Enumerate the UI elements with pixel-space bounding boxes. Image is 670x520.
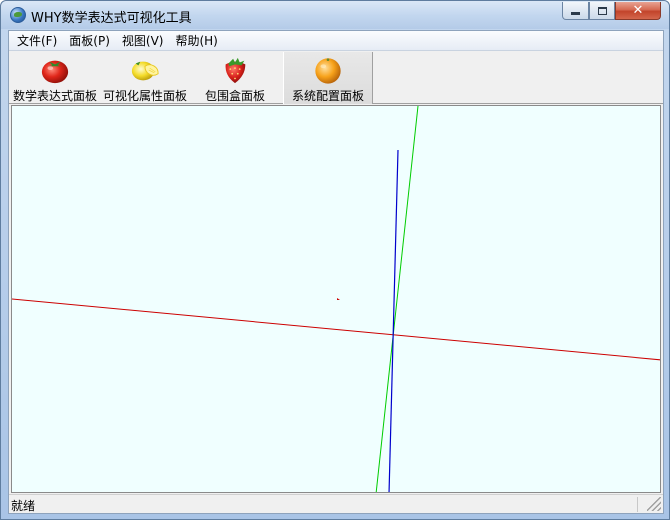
window-title: WHY数学表达式可视化工具 — [31, 11, 192, 26]
menu-file[interactable]: 文件(F) — [11, 32, 63, 50]
system-config-panel-button[interactable]: 系统配置面板 — [283, 52, 373, 104]
tomato-icon — [41, 60, 69, 84]
bbox-panel-label: 包围盒面板 — [204, 89, 265, 103]
red-marker — [337, 298, 340, 300]
visual-props-panel-button[interactable]: 可视化属性面板 — [101, 52, 189, 104]
minimize-button[interactable] — [562, 2, 589, 20]
lemon-icon — [131, 61, 159, 81]
status-text: 就绪 — [11, 499, 36, 513]
bbox-panel-button[interactable]: 包围盒面板 — [191, 52, 279, 104]
maximize-button[interactable] — [589, 2, 615, 20]
menu-bar: 文件(F) 面板(P) 视图(V) 帮助(H) — [9, 31, 663, 51]
app-window: WHY数学表达式可视化工具 ✕ 文件(F) 面板(P) 视图(V) 帮助(H) … — [0, 0, 670, 520]
toolbar: 数学表达式面板 可视化属性面板 包围盒面板 系统配置面板 — [9, 52, 663, 104]
visual-props-panel-label: 可视化属性面板 — [102, 89, 187, 103]
menu-view[interactable]: 视图(V) — [116, 32, 170, 50]
status-separator — [637, 497, 638, 512]
y-axis-line — [388, 149, 399, 492]
3d-viewport[interactable] — [11, 105, 661, 493]
close-icon: ✕ — [632, 3, 644, 18]
menu-help[interactable]: 帮助(H) — [169, 32, 223, 50]
client-area: 文件(F) 面板(P) 视图(V) 帮助(H) 数学表达式面板 可视化属性面板 … — [8, 30, 664, 514]
close-button[interactable]: ✕ — [615, 2, 661, 20]
expression-panel-button[interactable]: 数学表达式面板 — [11, 52, 99, 104]
z-axis-line — [375, 106, 419, 492]
minimize-icon — [571, 12, 580, 15]
status-bar: 就绪 — [9, 494, 663, 513]
system-config-panel-label: 系统配置面板 — [291, 89, 364, 103]
expression-panel-label: 数学表达式面板 — [12, 89, 97, 103]
title-bar[interactable]: WHY数学表达式可视化工具 ✕ — [1, 1, 669, 29]
globe-icon[interactable] — [10, 7, 26, 23]
menu-panel[interactable]: 面板(P) — [63, 32, 116, 50]
x-axis-line — [12, 298, 660, 361]
maximize-icon — [597, 6, 607, 15]
resize-grip-icon[interactable] — [647, 497, 661, 511]
orange-icon — [315, 58, 341, 84]
strawberry-icon — [225, 57, 246, 84]
